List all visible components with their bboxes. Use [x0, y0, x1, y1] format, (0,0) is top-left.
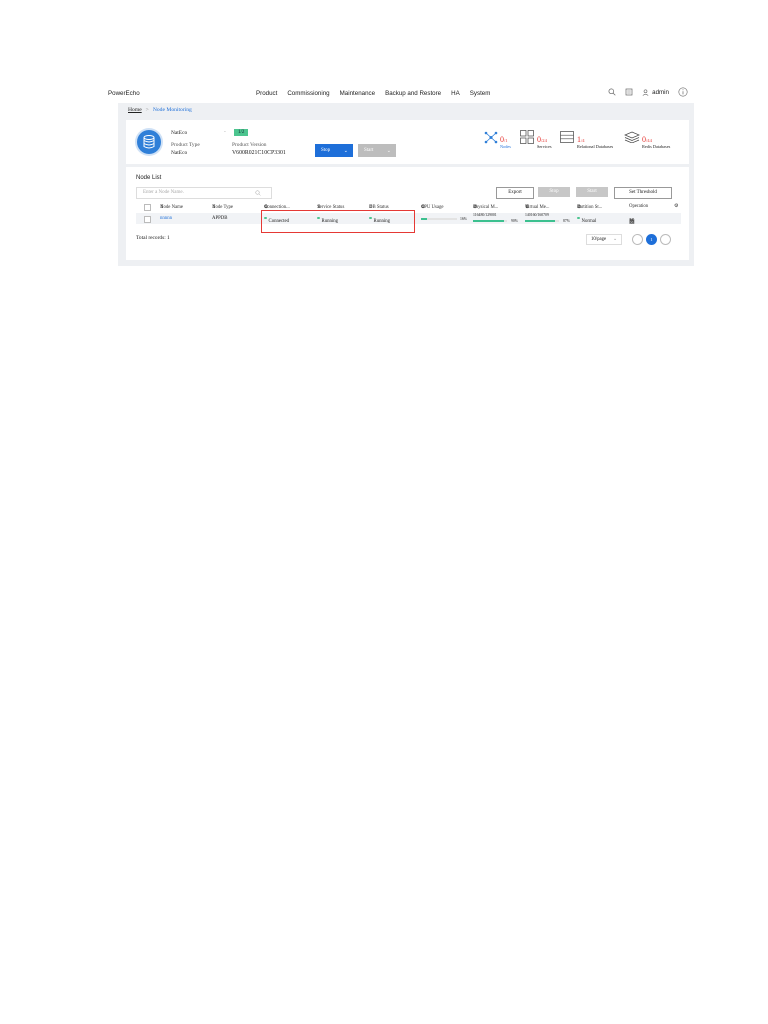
- chevron-down-icon: ⌄: [386, 149, 391, 154]
- product-version-label: Product Version: [232, 142, 267, 148]
- virtual-memory-bar: [525, 220, 559, 222]
- app-brand: PowerEcho: [108, 90, 140, 97]
- partition-status-value: Normal: [581, 219, 597, 224]
- product-stop-label: Stop: [321, 148, 331, 153]
- highlight-status-box: [261, 210, 415, 233]
- stat-nodes-den: /1: [504, 138, 508, 143]
- help-icon[interactable]: ⊙: [577, 205, 581, 210]
- breadcrumb-current: Node Monitoring: [152, 107, 192, 113]
- product-type-label: Product Type: [171, 142, 200, 148]
- stat-redis-label: Redis Databases: [642, 144, 671, 149]
- database-icon: [137, 130, 161, 154]
- node-type-cell: APPDB: [212, 216, 228, 221]
- stat-services-den: /24: [541, 138, 547, 143]
- col-operation: Operation: [629, 204, 649, 209]
- menu-ha[interactable]: HA: [451, 90, 460, 97]
- help-icon[interactable]: ⊙: [421, 205, 425, 210]
- help-icon[interactable]: ⊙: [525, 205, 529, 210]
- prev-page-icon[interactable]: [632, 234, 643, 245]
- menu-product[interactable]: Product: [256, 90, 277, 97]
- physical-memory-value: 116480/129001: [473, 213, 497, 217]
- total-records: Total records: 1: [136, 235, 170, 241]
- chevron-down-icon: ⌄: [343, 149, 348, 154]
- stat-nodes-label: Nodes: [500, 144, 511, 149]
- search-placeholder: Enter a Node Name.: [143, 190, 184, 195]
- menu-backup-restore[interactable]: Backup and Restore: [385, 90, 441, 97]
- stat-relational-label: Relational Databases: [577, 144, 614, 149]
- cpu-usage-bar: [421, 218, 457, 220]
- breadcrumb-separator: >: [145, 107, 149, 113]
- product-dash: -: [224, 129, 226, 135]
- settings-icon[interactable]: ☷: [629, 218, 635, 225]
- page-1-button[interactable]: 1: [646, 234, 657, 245]
- nodes-icon: [484, 131, 498, 144]
- product-name: NatEco: [171, 130, 188, 136]
- page-size-value: 10/page: [591, 237, 607, 242]
- page-size-select[interactable]: 10/page ⌄: [586, 234, 622, 245]
- physical-memory-pct: 90%: [511, 219, 518, 223]
- user-icon: [642, 88, 649, 96]
- search-icon[interactable]: [608, 88, 616, 96]
- column-settings-icon[interactable]: ⚙: [674, 204, 678, 209]
- breadcrumb: Home > Node Monitoring: [128, 107, 192, 113]
- main-menu: Product Commissioning Maintenance Backup…: [256, 90, 490, 97]
- cpu-usage-fill: [421, 218, 427, 220]
- export-button[interactable]: Export: [496, 187, 534, 199]
- version-badge: 1/2: [234, 129, 249, 136]
- physical-memory-fill: [473, 220, 504, 222]
- product-summary-card: NatEco - 1/2 Product Type NatEco Product…: [126, 120, 689, 164]
- partition-status-cell: Normal: [577, 216, 596, 224]
- stat-services-label: Services: [537, 144, 552, 149]
- product-start-label: Start: [364, 148, 374, 153]
- page-frame: Home > Node Monitoring NatEco - 1/2 Produc…: [118, 103, 694, 266]
- virtual-memory-pct: 87%: [563, 219, 570, 223]
- services-icon: [520, 130, 534, 144]
- relational-db-icon: [560, 131, 574, 143]
- stat-redis-den: /44: [646, 138, 652, 143]
- menu-commissioning[interactable]: Commissioning: [287, 90, 329, 97]
- node-search-input[interactable]: Enter a Node Name.: [136, 187, 272, 199]
- node-name-link[interactable]: nnnnn: [160, 216, 172, 221]
- user-name: admin: [652, 88, 669, 96]
- next-page-icon[interactable]: [660, 234, 671, 245]
- physical-memory-bar: [473, 220, 507, 222]
- info-icon[interactable]: [678, 87, 688, 97]
- document-icon[interactable]: [625, 88, 633, 96]
- header-tools: admin: [608, 87, 688, 97]
- sort-icon[interactable]: ⇕: [212, 205, 216, 210]
- redis-db-icon: [624, 131, 640, 143]
- start-nodes-button[interactable]: Start: [576, 187, 608, 197]
- search-icon[interactable]: [255, 190, 261, 196]
- product-stop-button[interactable]: Stop ⌄: [315, 144, 353, 157]
- cpu-usage-pct: 16%: [460, 217, 467, 221]
- row-checkbox[interactable]: [144, 216, 151, 223]
- sort-icon[interactable]: ⇕: [160, 205, 164, 210]
- product-type-value: NatEco: [171, 150, 188, 156]
- product-version-value: V600R021C10CP3301: [232, 150, 286, 156]
- node-list-title: Node List: [136, 175, 162, 181]
- virtual-memory-fill: [525, 220, 555, 222]
- node-list-panel: Node List Enter a Node Name. Export Stop…: [126, 167, 689, 260]
- chevron-down-icon: ⌄: [613, 237, 618, 242]
- select-all-checkbox[interactable]: [144, 204, 151, 211]
- stat-relational-den: /4: [581, 138, 585, 143]
- set-threshold-button[interactable]: Set Threshold: [614, 187, 672, 199]
- top-nav-bar: PowerEcho Product Commissioning Maintena…: [108, 86, 688, 102]
- breadcrumb-home[interactable]: Home: [128, 107, 142, 113]
- menu-maintenance[interactable]: Maintenance: [340, 90, 375, 97]
- stop-nodes-button[interactable]: Stop: [538, 187, 570, 197]
- menu-system[interactable]: System: [470, 90, 491, 97]
- help-icon[interactable]: ⊙: [473, 205, 477, 210]
- virtual-memory-value: 140160/160709: [525, 213, 549, 217]
- user-menu[interactable]: admin: [642, 89, 669, 96]
- status-dot: [577, 216, 580, 220]
- product-start-button[interactable]: Start ⌄: [358, 144, 396, 157]
